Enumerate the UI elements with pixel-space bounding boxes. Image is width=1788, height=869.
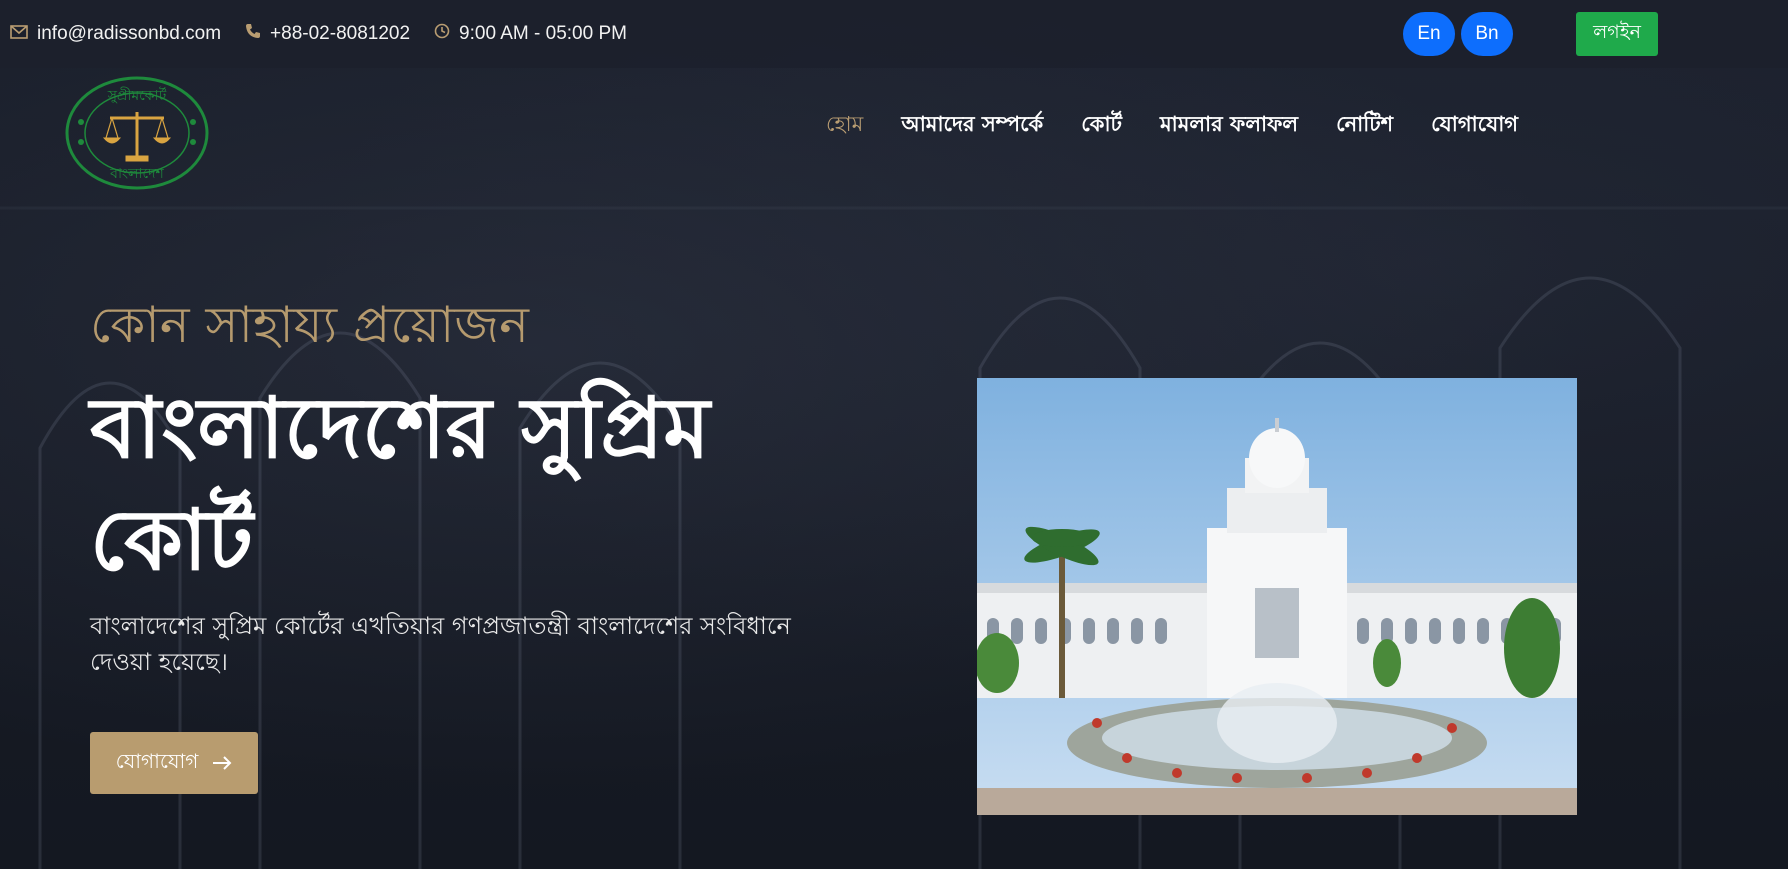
contact-cta-button[interactable]: যোগাযোগ: [90, 732, 258, 794]
logo-bottom-text: বাংলাদেশ: [109, 166, 164, 182]
email-text: info@radissonbd.com: [37, 23, 222, 44]
contact-info: info@radissonbd.com +88-02-8081202 9:00 …: [10, 23, 651, 45]
nav-item-case-results[interactable]: মামলার ফলাফল: [1160, 108, 1298, 143]
main-navigation: হোম আমাদের সম্পর্কে কোর্ট মামলার ফলাফল ন…: [826, 108, 1556, 143]
nav-item-home[interactable]: হোম: [826, 108, 863, 143]
email-contact[interactable]: info@radissonbd.com: [10, 23, 221, 45]
phone-text: +88-02-8081202: [270, 23, 411, 44]
top-bar: info@radissonbd.com +88-02-8081202 9:00 …: [0, 0, 1788, 68]
hero-headline: বাংলাদেশের সুপ্রিম কোর্ট: [90, 379, 710, 589]
envelope-icon: [10, 23, 37, 45]
nav-item-court[interactable]: কোর্ট: [1081, 108, 1122, 143]
supreme-court-logo[interactable]: সুপ্রীমকোর্ট বাংলাদেশ: [64, 76, 210, 190]
phone-contact[interactable]: +88-02-8081202: [245, 23, 410, 45]
logo-top-text: সুপ্রীমকোর্ট: [107, 87, 167, 104]
clock-icon: [434, 23, 459, 45]
language-switcher: En Bn: [1403, 12, 1519, 56]
nav-item-about[interactable]: আমাদের সম্পর্কে: [901, 108, 1043, 143]
phone-icon: [245, 23, 270, 45]
hero-subtitle: কোন সাহায্য প্রয়োজন: [90, 296, 529, 354]
cta-label: যোগাযোগ: [115, 748, 199, 773]
hours-info: 9:00 AM - 05:00 PM: [434, 23, 627, 45]
nav-item-contact[interactable]: যোগাযোগ: [1431, 108, 1518, 143]
nav-item-notice[interactable]: নোটিশ: [1336, 108, 1393, 143]
hero-description: বাংলাদেশের সুপ্রিম কোর্টের এখতিয়ার গণপ্…: [90, 612, 791, 676]
login-button[interactable]: লগইন: [1576, 12, 1658, 56]
supreme-court-building-image: [977, 378, 1577, 815]
arrow-right-icon: [198, 751, 232, 775]
lang-bn-button[interactable]: Bn: [1461, 12, 1513, 56]
lang-en-button[interactable]: En: [1403, 12, 1455, 56]
hours-text: 9:00 AM - 05:00 PM: [459, 23, 627, 44]
